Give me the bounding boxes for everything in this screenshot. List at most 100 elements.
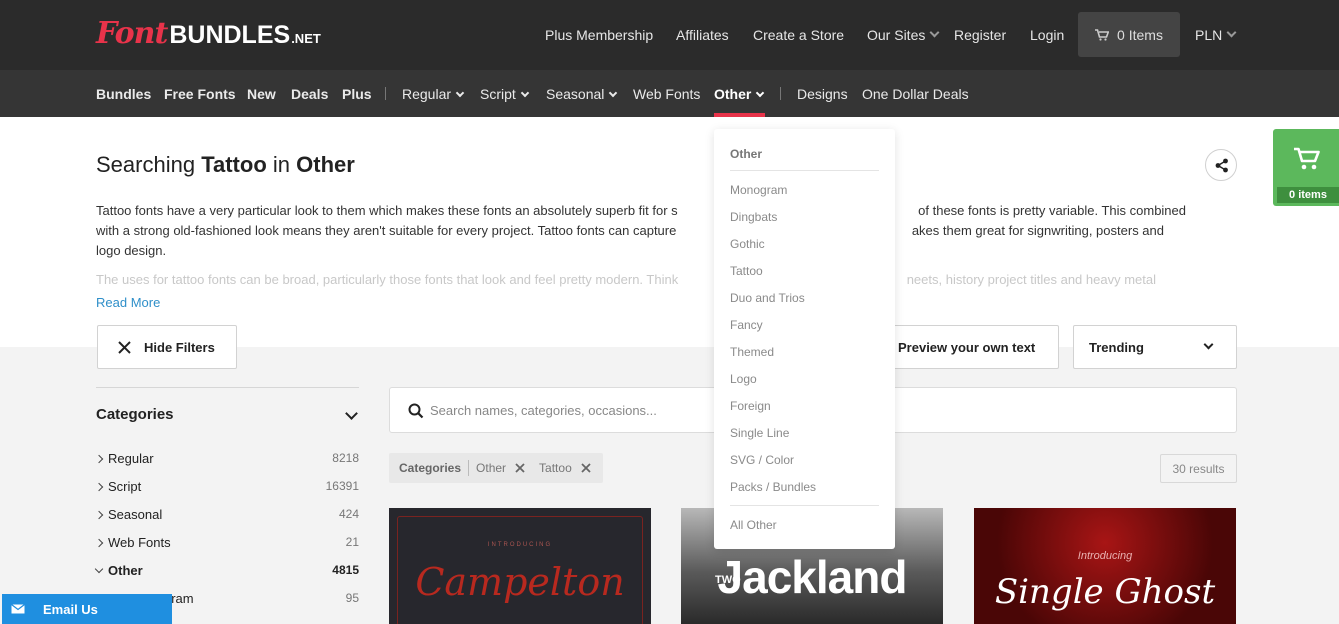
sort-select[interactable]: Trending: [1073, 325, 1237, 369]
dropdown-item-dingbats[interactable]: Dingbats: [730, 210, 777, 224]
product-card[interactable]: Introducing Single Ghost: [974, 508, 1236, 624]
chevron-down-icon: [609, 88, 618, 98]
subnav-plus[interactable]: Plus: [342, 86, 372, 102]
card-title: Campelton: [415, 560, 625, 604]
other-dropdown-menu: Other Monogram Dingbats Gothic Tattoo Du…: [714, 129, 895, 549]
dropdown-header: Other: [730, 147, 763, 161]
sidebar-item-regular[interactable]: Regular 8218: [96, 451, 359, 466]
sidebar-divider: [96, 387, 359, 388]
nav-divider: [780, 87, 781, 100]
dropdown-item-gothic[interactable]: Gothic: [730, 237, 765, 251]
desc-line-2b: akes them great for signwriting, posters…: [911, 223, 1164, 238]
title-category: Other: [296, 152, 355, 177]
nav-register[interactable]: Register: [954, 27, 1006, 43]
cart-button[interactable]: 0 Items: [1078, 12, 1180, 57]
dropdown-item-all-other[interactable]: All Other: [730, 518, 777, 532]
chevron-down-icon: [1226, 27, 1237, 37]
dropdown-item-themed[interactable]: Themed: [730, 345, 774, 359]
site-logo[interactable]: Font BUNDLES .NET: [96, 16, 321, 52]
email-us-button[interactable]: Email Us: [2, 594, 172, 624]
subnav-web-fonts[interactable]: Web Fonts: [633, 86, 700, 102]
dropdown-item-monogram[interactable]: Monogram: [730, 183, 787, 197]
sidebar-item-label: Other: [96, 563, 143, 578]
desc-line-2: with a strong old-fashioned look means t…: [96, 223, 677, 238]
subnav-regular[interactable]: Regular: [402, 86, 465, 102]
desc-line-3: logo design.: [96, 243, 167, 258]
chevron-down-icon[interactable]: [345, 407, 358, 420]
preview-text-button[interactable]: Preview your own text: [880, 325, 1059, 369]
dropdown-item-logo[interactable]: Logo: [730, 372, 757, 386]
subnav-seasonal-label: Seasonal: [546, 86, 605, 102]
description-fade: The uses for tattoo fonts can be broad, …: [96, 271, 1156, 287]
envelope-icon: [11, 604, 25, 614]
title-mid: in: [266, 152, 297, 177]
subnav-free-fonts[interactable]: Free Fonts: [164, 86, 236, 102]
close-icon: [118, 340, 131, 354]
preview-text-label: Preview your own text: [898, 339, 1036, 355]
sidebar-item-label: Seasonal: [96, 507, 162, 522]
desc-line-1b: of these fonts is pretty variable. This …: [918, 203, 1186, 218]
subnav-script[interactable]: Script: [480, 86, 530, 102]
subnav-deals[interactable]: Deals: [291, 86, 328, 102]
subnav-designs[interactable]: Designs: [797, 86, 848, 102]
currency-selector[interactable]: PLN: [1195, 0, 1237, 70]
subnav-seasonal[interactable]: Seasonal: [546, 86, 618, 102]
categories-heading: Categories: [96, 406, 174, 423]
nav-our-sites[interactable]: Our Sites: [867, 0, 940, 70]
title-prefix: Searching: [96, 152, 202, 177]
active-filters: Categories Other Tattoo: [389, 453, 603, 483]
subnav-new[interactable]: New: [247, 86, 276, 102]
dropdown-item-single-line[interactable]: Single Line: [730, 426, 789, 440]
chevron-down-icon: [756, 88, 765, 98]
subnav-other[interactable]: Other: [714, 86, 765, 102]
logo-font-text: Font: [96, 16, 168, 51]
card-title: Single Ghost: [994, 572, 1216, 612]
nav-affiliates[interactable]: Affiliates: [676, 27, 729, 43]
nav-create-store[interactable]: Create a Store: [753, 27, 844, 43]
read-more-link[interactable]: Read More: [96, 295, 160, 310]
sidebar-item-seasonal[interactable]: Seasonal 424: [96, 507, 359, 522]
nav-plus-membership[interactable]: Plus Membership: [545, 27, 653, 43]
results-count: 30 results: [1160, 454, 1237, 483]
subnav-bundles[interactable]: Bundles: [96, 86, 151, 102]
floating-cart-button[interactable]: 0 items: [1273, 129, 1339, 206]
hide-filters-button[interactable]: Hide Filters: [97, 325, 237, 369]
desc-line-1: Tattoo fonts have a very particular look…: [96, 203, 678, 218]
currency-label: PLN: [1195, 27, 1223, 43]
category-nav: Bundles Free Fonts New Deals Plus Regula…: [0, 70, 1339, 117]
nav-divider: [385, 87, 386, 100]
filters-label: Categories: [399, 461, 462, 475]
dropdown-item-tattoo[interactable]: Tattoo: [730, 264, 763, 278]
sidebar-item-count: 95: [345, 591, 359, 605]
share-button[interactable]: [1205, 149, 1237, 181]
remove-filter-icon[interactable]: [515, 463, 525, 473]
dropdown-divider: [730, 505, 879, 506]
email-us-label: Email Us: [43, 601, 98, 617]
sidebar-item-label: Script: [96, 479, 141, 494]
dropdown-item-foreign[interactable]: Foreign: [730, 399, 771, 413]
sidebar-item-count: 424: [338, 507, 359, 521]
card-title: Jackland: [717, 551, 908, 603]
sidebar-item-script[interactable]: Script 16391: [96, 479, 359, 494]
subnav-script-label: Script: [480, 86, 516, 102]
dropdown-item-duo-and-trios[interactable]: Duo and Trios: [730, 291, 805, 305]
product-card[interactable]: INTRODUCING Campelton: [389, 508, 651, 624]
sidebar-item-label: Regular: [96, 451, 154, 466]
dropdown-item-packs-bundles[interactable]: Packs / Bundles: [730, 480, 816, 494]
chevron-down-icon: [520, 88, 530, 98]
sidebar-item-web-fonts[interactable]: Web Fonts 21: [96, 535, 359, 550]
sidebar-item-count: 16391: [325, 479, 359, 493]
desc-fade-line: The uses for tattoo fonts can be broad, …: [96, 272, 679, 287]
dropdown-divider: [730, 170, 879, 171]
nav-login[interactable]: Login: [1030, 27, 1064, 43]
subnav-one-dollar-deals[interactable]: One Dollar Deals: [862, 86, 969, 102]
dropdown-item-fancy[interactable]: Fancy: [730, 318, 763, 332]
cart-icon: [1294, 147, 1320, 170]
filter-chip-other: Other: [476, 461, 507, 475]
search-icon: [408, 403, 424, 419]
chevron-down-icon: [455, 88, 465, 98]
dropdown-item-svg-color[interactable]: SVG / Color: [730, 453, 794, 467]
remove-filter-icon[interactable]: [581, 463, 591, 473]
sidebar-item-other[interactable]: Other 4815: [96, 563, 359, 578]
subnav-regular-label: Regular: [402, 86, 452, 102]
